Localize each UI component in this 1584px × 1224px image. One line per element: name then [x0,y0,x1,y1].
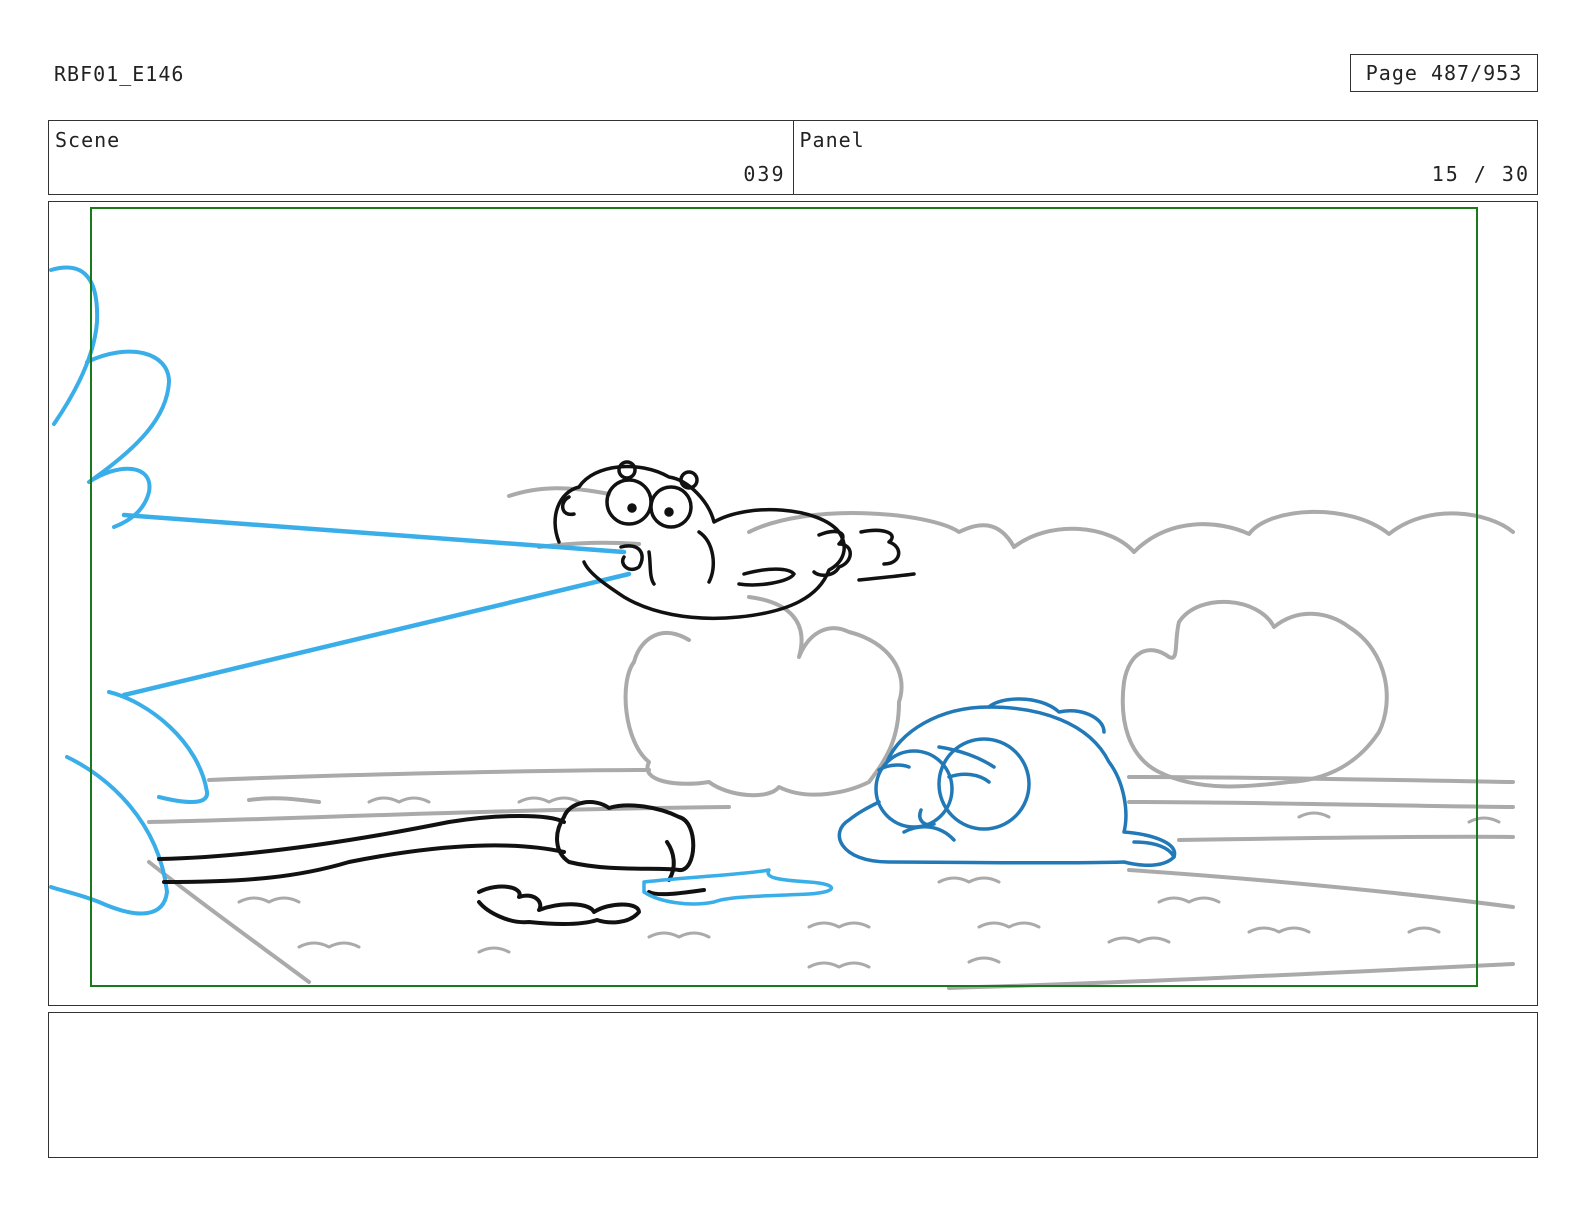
scene-panel-info: Scene 039 Panel 15 / 30 [48,120,1538,195]
cloud-middle [623,595,904,798]
ground-line-5 [1177,834,1515,842]
storyboard-sketch [49,207,1515,990]
grass-tufts [237,796,1501,969]
document-id: RBF01_E146 [54,62,185,86]
blue-bush [49,265,209,916]
scene-label: Scene [55,128,121,152]
ground-line-1 [207,768,651,782]
panel-label: Panel [799,128,865,152]
safe-frame [90,207,1478,987]
cloud-right [1120,600,1389,789]
panel-number: 15 / 30 [1431,162,1530,186]
cloud-puff-left [507,486,641,549]
panel-cell: Panel 15 / 30 [792,121,1538,194]
ground-line-4 [1127,800,1515,809]
notes-box [48,1012,1538,1158]
background-sketch [147,486,1515,990]
storyboard-panel [48,201,1538,1006]
scene-cell: Scene 039 [49,121,793,194]
tongue-lines [121,512,632,698]
ground-line-2 [147,805,731,824]
page-counter: Page 487/953 [1350,54,1538,92]
ground-line-8 [947,962,1515,990]
flying-character [553,460,916,621]
scene-number: 039 [743,162,786,186]
dust-puff [247,796,321,804]
